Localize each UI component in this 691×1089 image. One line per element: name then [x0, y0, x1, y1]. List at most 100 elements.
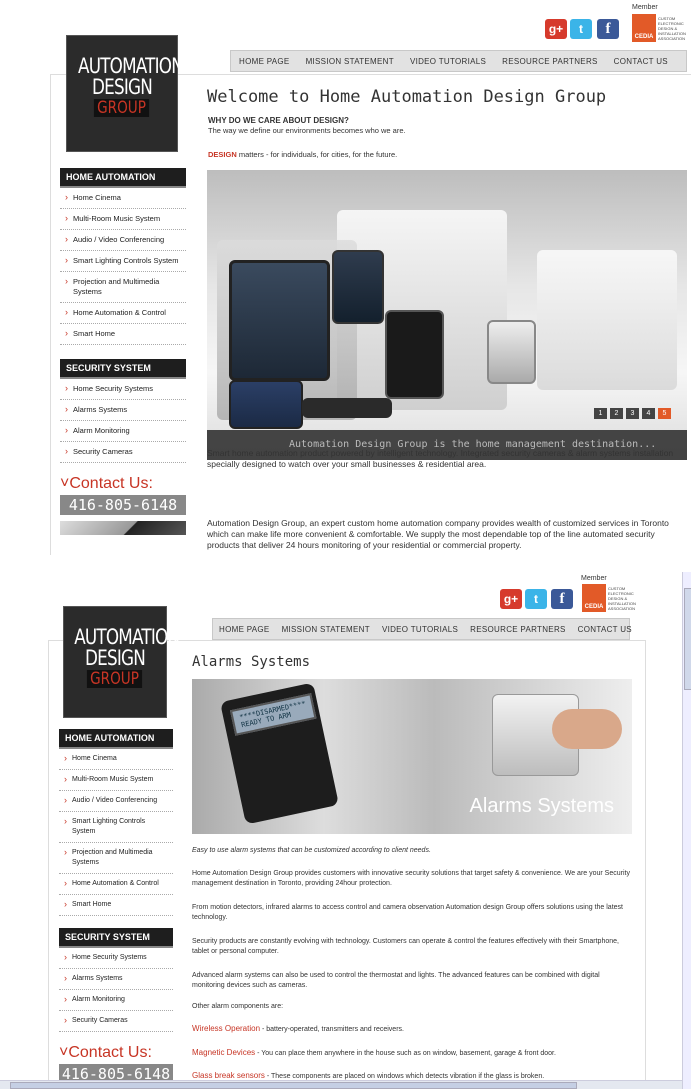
- keypad-display: ****DISARMED**** READY TO ARM: [229, 693, 317, 736]
- sidebar-item-smart-home[interactable]: Smart Home: [60, 324, 186, 345]
- facebook-icon[interactable]: f: [597, 19, 619, 39]
- horizontal-scroll-thumb[interactable]: [10, 1082, 577, 1089]
- nav-contact[interactable]: CONTACT US: [606, 57, 676, 66]
- alarms-hero-image: ****DISARMED**** READY TO ARM Alarms Sys…: [192, 679, 632, 834]
- cedia-logo[interactable]: CEDIA: [582, 584, 606, 612]
- sidebar-item-home-automation[interactable]: Home Automation & Control: [59, 874, 173, 895]
- sidebar-item-multi-room-music[interactable]: Multi-Room Music System: [60, 209, 186, 230]
- logo-line1: AUTOMATION: [74, 625, 180, 649]
- paragraph-2: From motion detectors, infrared alarms t…: [192, 904, 623, 921]
- sidebar-item-home-cinema[interactable]: Home Cinema: [59, 749, 173, 770]
- component-magnetic-text: - You can place them anywhere in the hou…: [255, 1050, 556, 1057]
- sidebar-item-alarm-monitoring[interactable]: Alarm Monitoring: [60, 421, 186, 442]
- horizontal-scrollbar[interactable]: [0, 1080, 691, 1089]
- homepage-screenshot: Member g+ t f CEDIA CUSTOM ELECTRONIC DE…: [0, 0, 691, 555]
- nav-video[interactable]: VIDEO TUTORIALS: [402, 57, 494, 66]
- component-glass-text: - These components are placed on windows…: [264, 1073, 545, 1080]
- sidebar: HOME AUTOMATION Home Cinema Multi-Room M…: [59, 729, 173, 1089]
- sidebar-item-alarms[interactable]: Alarms Systems: [60, 400, 186, 421]
- bed-image: [537, 250, 677, 390]
- sidebar-item-projection[interactable]: Projection and Multimedia Systems: [59, 843, 173, 874]
- sidebar-item-home-automation[interactable]: Home Automation & Control: [60, 303, 186, 324]
- slider-pager: 1 2 3 4 5: [594, 408, 671, 419]
- slider-page-1[interactable]: 1: [594, 408, 607, 419]
- phone-image: [332, 250, 384, 324]
- sidebar-item-smart-lighting[interactable]: Smart Lighting Controls System: [60, 251, 186, 272]
- sidebar-item-smart-lighting[interactable]: Smart Lighting Controls System: [59, 812, 173, 843]
- sidebar-item-home-security[interactable]: Home Security Systems: [60, 379, 186, 400]
- site-logo[interactable]: AUTOMATION DESIGN GROUP: [63, 606, 180, 718]
- logo-line2: DESIGN: [85, 646, 146, 670]
- twitter-icon[interactable]: t: [570, 19, 592, 39]
- intro-text: Easy to use alarm systems that can be cu…: [192, 847, 431, 854]
- sidebar-item-projection[interactable]: Projection and Multimedia Systems: [60, 272, 186, 303]
- image-slider[interactable]: 1 2 3 4 5 Automation Design Group is the…: [207, 170, 687, 460]
- nav-contact[interactable]: CONTACT US: [572, 625, 638, 634]
- main-nav: HOME PAGE MISSION STATEMENT VIDEO TUTORI…: [230, 50, 687, 72]
- slider-page-5[interactable]: 5: [658, 408, 671, 419]
- alarm-keypad-image: ****DISARMED**** READY TO ARM: [220, 682, 339, 825]
- design-word: DESIGN: [208, 150, 237, 159]
- nav-mission[interactable]: MISSION STATEMENT: [298, 57, 402, 66]
- slider-page-2[interactable]: 2: [610, 408, 623, 419]
- member-label: Member: [632, 4, 658, 11]
- phone-number[interactable]: 416-805-6148: [60, 495, 186, 515]
- nav-video[interactable]: VIDEO TUTORIALS: [376, 625, 464, 634]
- sidebar-thumbnail[interactable]: [60, 521, 186, 535]
- facebook-icon[interactable]: f: [551, 589, 573, 609]
- twitter-icon[interactable]: t: [525, 589, 547, 609]
- alarms-page-screenshot: Member g+ t f CEDIA CUSTOM ELECTRONIC DE…: [0, 572, 691, 1089]
- sidebar-item-av-conferencing[interactable]: Audio / Video Conferencing: [60, 230, 186, 251]
- vertical-scroll-thumb[interactable]: [684, 588, 691, 690]
- sidebar-item-alarms[interactable]: Alarms Systems: [59, 969, 173, 990]
- nav-home[interactable]: HOME PAGE: [213, 625, 276, 634]
- nav-resources[interactable]: RESOURCE PARTNERS: [464, 625, 572, 634]
- member-label: Member: [581, 575, 607, 582]
- keypad-image: [487, 320, 536, 384]
- paragraph-4: Advanced alarm systems can also be used …: [192, 972, 600, 989]
- sidebar-item-smart-home[interactable]: Smart Home: [59, 895, 173, 916]
- paragraph-3: Security products are constantly evolvin…: [192, 938, 619, 955]
- home-automation-heading: HOME AUTOMATION: [60, 168, 186, 188]
- logo-line3: GROUP: [87, 670, 143, 688]
- logo-line2: DESIGN: [92, 75, 153, 99]
- sidebar-item-home-security[interactable]: Home Security Systems: [59, 948, 173, 969]
- sidebar-item-home-cinema[interactable]: Home Cinema: [60, 188, 186, 209]
- page-title: Alarms Systems: [192, 654, 311, 670]
- nav-mission[interactable]: MISSION STATEMENT: [276, 625, 376, 634]
- sidebar: HOME AUTOMATION Home Cinema Multi-Room M…: [60, 168, 186, 535]
- logo-line3: GROUP: [94, 99, 150, 117]
- component-glass-label: Glass break sensors: [192, 1071, 265, 1080]
- company-paragraph: Automation Design Group, an expert custo…: [207, 518, 669, 550]
- component-wireless: Wireless Operation - battery-operated, t…: [192, 1024, 632, 1035]
- component-wireless-label: Wireless Operation: [192, 1024, 261, 1033]
- design-text: matters - for individuals, for cities, f…: [236, 150, 398, 159]
- receiver-image: [302, 398, 392, 418]
- sidebar-item-security-cameras[interactable]: Security Cameras: [59, 1011, 173, 1032]
- site-logo[interactable]: AUTOMATION DESIGN GROUP: [66, 35, 184, 152]
- vertical-scrollbar[interactable]: [682, 572, 691, 1089]
- sidebar-item-av-conferencing[interactable]: Audio / Video Conferencing: [59, 791, 173, 812]
- design-line: DESIGN matters - for individuals, for ci…: [208, 150, 397, 160]
- slider-page-3[interactable]: 3: [626, 408, 639, 419]
- contact-heading: ˅Contact Us:: [59, 1044, 173, 1062]
- hand-image: [552, 709, 622, 749]
- google-plus-icon[interactable]: g+: [500, 589, 522, 609]
- slider-page-4[interactable]: 4: [642, 408, 655, 419]
- chevron-down-icon: ˅: [60, 475, 70, 492]
- cedia-logo[interactable]: CEDIA: [632, 14, 656, 42]
- nav-resources[interactable]: RESOURCE PARTNERS: [494, 57, 606, 66]
- contact-heading: ˅Contact Us:: [60, 475, 186, 493]
- sidebar-item-alarm-monitoring[interactable]: Alarm Monitoring: [59, 990, 173, 1011]
- security-system-heading: SECURITY SYSTEM: [59, 928, 173, 948]
- tablet-image: [229, 260, 330, 381]
- smartphone-image: [385, 310, 444, 399]
- touchscreen-image: [229, 380, 303, 429]
- google-plus-icon[interactable]: g+: [545, 19, 567, 39]
- nav-home[interactable]: HOME PAGE: [231, 57, 298, 66]
- cedia-text: CUSTOM ELECTRONIC DESIGN & INSTALLATION …: [608, 586, 636, 611]
- sidebar-item-multi-room-music[interactable]: Multi-Room Music System: [59, 770, 173, 791]
- paragraph-1: Home Automation Design Group provides cu…: [192, 870, 630, 887]
- sidebar-item-security-cameras[interactable]: Security Cameras: [60, 442, 186, 463]
- contact-heading-text: Contact Us:: [68, 1044, 152, 1061]
